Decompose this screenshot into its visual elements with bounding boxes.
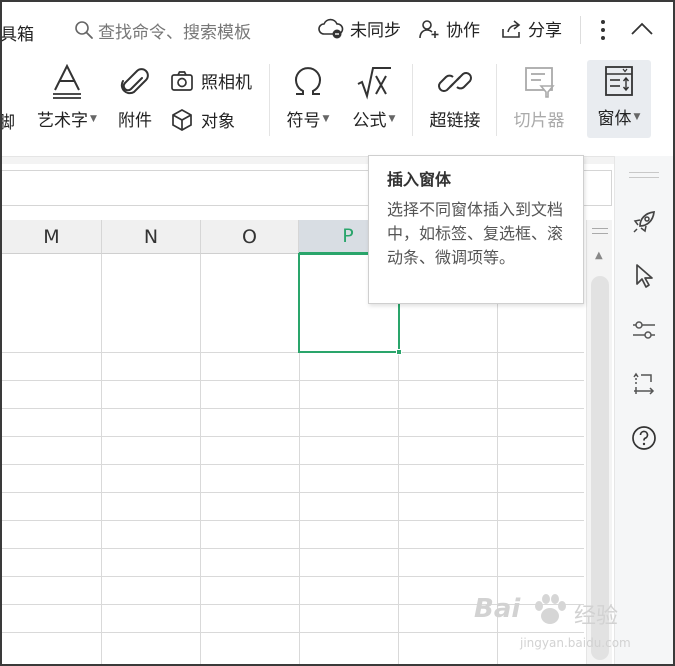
- wordart-button[interactable]: 艺术字 ▼: [32, 64, 102, 131]
- ribbon-separator: [269, 64, 270, 136]
- symbol-label: 符号: [286, 111, 321, 131]
- ribbon-separator: [412, 64, 413, 136]
- panel-grip-icon[interactable]: [629, 172, 659, 178]
- chevron-down-icon: ▼: [388, 113, 396, 124]
- command-search[interactable]: 查找命令、搜索模板: [74, 17, 251, 43]
- toolbox-tab-partial[interactable]: 具箱: [2, 20, 34, 45]
- fill-handle[interactable]: [396, 349, 402, 355]
- share-icon: [502, 19, 521, 38]
- app-window: 具箱 查找命令、搜索模板 未同步 协作 分享 艺术字 ▼ 附件 照相机 对象 符…: [0, 0, 675, 666]
- column-header-m[interactable]: M: [2, 220, 102, 254]
- sqrt-formula-icon: [357, 67, 391, 100]
- cloud-sync-icon: [318, 18, 344, 38]
- grid-line: [2, 380, 584, 381]
- column-header-n[interactable]: N: [102, 220, 201, 254]
- form-controls-tooltip: 插入窗体 选择不同窗体插入到文档中，如标签、复选框、滚动条、微调项等。: [368, 155, 584, 304]
- grid-line: [101, 254, 102, 664]
- search-icon: [75, 21, 93, 39]
- sync-label: 未同步: [350, 21, 401, 41]
- collaborate-label: 协作: [446, 21, 480, 41]
- topbar-divider: [580, 16, 581, 44]
- symbol-button[interactable]: 符号 ▼: [280, 64, 336, 131]
- omega-icon: [295, 67, 321, 95]
- share-button[interactable]: 分享: [500, 16, 562, 41]
- chevron-down-icon: ▼: [322, 113, 330, 124]
- camera-button[interactable]: 照相机: [170, 68, 252, 93]
- column-label: P: [342, 225, 354, 247]
- ribbon-separator: [496, 64, 497, 136]
- header-footer-label: 脚: [2, 108, 15, 133]
- grid-line: [2, 408, 584, 409]
- baidu-watermark-logo: Bai 经验 jingyan.baidu.com: [470, 592, 660, 658]
- formula-label: 公式: [352, 111, 387, 131]
- column-label: O: [242, 225, 257, 248]
- column-label: M: [43, 225, 60, 248]
- wordart-label: 艺术字: [37, 111, 89, 131]
- search-placeholder: 查找命令、搜索模板: [98, 22, 251, 43]
- sync-status-button[interactable]: 未同步: [318, 16, 401, 41]
- split-grip-icon[interactable]: [592, 228, 608, 234]
- form-controls-button[interactable]: 窗体 ▼: [587, 60, 651, 138]
- help-icon[interactable]: [630, 424, 658, 452]
- header-footer-button-partial[interactable]: 脚: [2, 108, 15, 133]
- paw-icon: [535, 594, 566, 624]
- link-icon: [438, 72, 472, 92]
- rocket-icon[interactable]: [630, 208, 658, 236]
- add-user-icon: [419, 19, 439, 38]
- cube-icon: [172, 108, 192, 131]
- attachment-button[interactable]: 附件: [112, 64, 158, 131]
- wordart-icon: [53, 64, 81, 99]
- form-controls-label: 窗体: [597, 109, 632, 129]
- chevron-down-icon: ▼: [633, 111, 641, 122]
- grid-line: [2, 464, 584, 465]
- paperclip-icon: [120, 68, 149, 95]
- attachment-label: 附件: [118, 111, 152, 131]
- more-options-icon[interactable]: [596, 18, 610, 42]
- scroll-up-icon[interactable]: ▲: [595, 250, 603, 261]
- object-label: 对象: [201, 112, 235, 132]
- slicer-label: 切片器: [513, 111, 565, 131]
- insert-ribbon: 脚 艺术字▼ 附件 照相机: [2, 60, 673, 156]
- grid-line: [2, 576, 584, 577]
- slicer-button[interactable]: 切片器: [504, 64, 574, 131]
- camera-icon: [171, 70, 193, 91]
- share-label: 分享: [528, 21, 562, 41]
- object-button[interactable]: 对象: [170, 107, 235, 132]
- tooltip-title: 插入窗体: [387, 170, 452, 189]
- title-bar: 具箱 查找命令、搜索模板 未同步 协作 分享: [2, 2, 673, 60]
- grid-line: [2, 520, 584, 521]
- watermark-url: jingyan.baidu.com: [520, 636, 631, 650]
- grid-line: [2, 548, 584, 549]
- side-tool-panel: [614, 156, 673, 664]
- grid-line: [2, 436, 584, 437]
- grid-line: [2, 352, 584, 353]
- camera-label: 照相机: [201, 73, 252, 93]
- grid-line: [200, 254, 201, 664]
- watermark-brand: Bai: [474, 594, 521, 624]
- hyperlink-button[interactable]: 超链接: [422, 64, 488, 131]
- grid-line: [2, 492, 584, 493]
- tooltip-body: 选择不同窗体插入到文档中，如标签、复选框、滚动条、微调项等。: [387, 200, 564, 267]
- slicer-icon: [525, 67, 555, 98]
- collaborate-button[interactable]: 协作: [418, 16, 480, 41]
- sliders-icon[interactable]: [630, 316, 658, 344]
- column-label: N: [143, 225, 159, 248]
- watermark-brand-suffix: 经验: [574, 604, 619, 629]
- cursor-icon[interactable]: [630, 262, 658, 290]
- transform-icon[interactable]: [630, 370, 658, 398]
- chevron-down-icon: ▼: [90, 113, 97, 124]
- form-window-icon: [605, 66, 633, 96]
- formula-button[interactable]: 公式 ▼: [346, 64, 402, 131]
- column-header-o[interactable]: O: [201, 220, 299, 254]
- hyperlink-label: 超链接: [429, 111, 481, 131]
- collapse-ribbon-icon[interactable]: [630, 20, 654, 38]
